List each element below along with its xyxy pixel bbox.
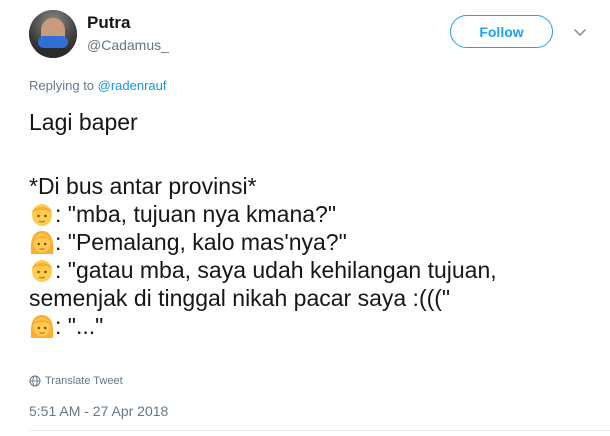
tweet-timestamp[interactable]: 5:51 AM - 27 Apr 2018 [29,403,168,419]
author-handle[interactable]: @Cadamus_ [87,37,169,53]
dialogue-line-3-continued: semenjak di tinggal nikah pacar saya :((… [29,285,451,311]
dialogue-line-4-text: : "..." [55,313,104,339]
replying-to: Replying to @radenrauf [29,78,167,93]
dialogue-line-1: : "mba, tujuan nya kmana?" [29,200,336,228]
tweet-card: Putra @Cadamus_ Follow Replying to @rade… [0,0,610,436]
woman-emoji-icon [29,312,55,340]
dialogue-line-3-text: : "gatau mba, saya udah kehilangan tujua… [55,257,497,283]
reply-mention-link[interactable]: @radenrauf [98,78,167,93]
man-emoji-icon [29,256,55,284]
follow-button[interactable]: Follow [450,15,553,48]
globe-icon [29,375,41,387]
dialogue-line-4: : "..." [29,312,103,340]
author-display-name[interactable]: Putra [87,13,130,33]
dialogue-line-3: : "gatau mba, saya udah kehilangan tujua… [29,256,497,284]
dialogue-line-1-text: : "mba, tujuan nya kmana?" [55,201,336,227]
divider [29,430,610,431]
avatar[interactable] [29,10,77,58]
replying-to-prefix: Replying to [29,78,98,93]
translate-tweet-label: Translate Tweet [45,375,123,387]
man-emoji-icon [29,200,55,228]
tweet-text-line-2: *Di bus antar provinsi* [29,173,257,199]
tweet-text-line-1: Lagi baper [29,109,138,135]
translate-tweet-link[interactable]: Translate Tweet [29,375,123,387]
dialogue-line-2-text: : "Pemalang, kalo mas'nya?" [55,229,347,255]
chevron-down-icon[interactable] [572,24,588,40]
dialogue-line-2: : "Pemalang, kalo mas'nya?" [29,228,347,256]
woman-emoji-icon [29,228,55,256]
